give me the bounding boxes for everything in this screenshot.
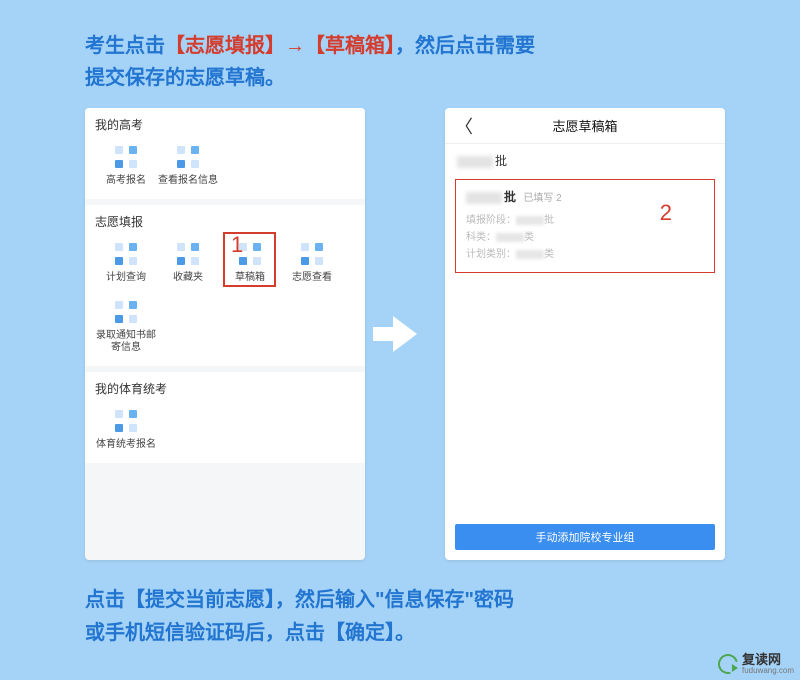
inst-p2: 【志愿填报】→【草稿箱】 <box>165 35 395 57</box>
tab-row: 批 <box>445 144 725 173</box>
watermark-logo-icon <box>714 651 741 678</box>
phone-right: 〈 志愿草稿箱 批 批 已填写 2 填报阶段：批 科类：类 计划类别：类 2 手… <box>445 108 725 560</box>
app-tile-icon <box>301 243 323 265</box>
card-line-subject: 科类：类 <box>466 228 704 243</box>
item-view-baoming-info[interactable]: 查看报名信息 <box>157 137 219 195</box>
marker-1: 1 <box>231 232 243 258</box>
app-tile-icon <box>177 146 199 168</box>
section-zhiyuan: 志愿填报 计划查询 收藏夹 草稿箱 志愿查看 <box>85 205 365 366</box>
icon-label: 草稿箱 <box>219 272 281 284</box>
page-title: 志愿草稿箱 <box>552 116 617 135</box>
app-tile-icon <box>115 410 137 432</box>
redacted-text <box>516 250 544 259</box>
item-zhiyuan-view[interactable]: 志愿查看 <box>281 234 343 292</box>
item-plan-query[interactable]: 计划查询 <box>95 234 157 292</box>
watermark: 复读网 fuduwang.com <box>718 653 794 676</box>
icon-label: 高考报名 <box>95 175 157 187</box>
inst-bottom-p2: 或手机短信验证码后，点击【确定】。 <box>85 622 415 644</box>
icon-label: 志愿查看 <box>281 272 343 284</box>
section-tiyu: 我的体育统考 体育统考报名 <box>85 372 365 463</box>
item-admission-mail[interactable]: 录取通知书邮寄信息 <box>95 292 157 362</box>
redacted-text <box>516 216 544 225</box>
back-icon[interactable]: 〈 <box>455 113 473 139</box>
item-gaokao-baoming[interactable]: 高考报名 <box>95 137 157 195</box>
watermark-main: 复读网 <box>742 653 794 667</box>
highlight-box-2[interactable]: 批 已填写 2 填报阶段：批 科类：类 计划类别：类 2 <box>455 179 715 273</box>
screens-row: 我的高考 高考报名 查看报名信息 志愿填报 计划查询 <box>85 108 725 560</box>
icon-label: 查看报名信息 <box>157 175 219 187</box>
redacted-text <box>466 192 502 204</box>
redacted-text <box>457 156 493 168</box>
card-line-plan: 计划类别：类 <box>466 245 704 260</box>
app-tile-icon <box>115 301 137 323</box>
instruction-top: 考生点击【志愿填报】→【草稿箱】，然后点击需要 提交保存的志愿草稿。 <box>85 30 740 94</box>
redacted-text <box>496 233 524 242</box>
add-school-button[interactable]: 手动添加院校专业组 <box>455 524 715 550</box>
app-tile-icon <box>177 243 199 265</box>
inst-p4: 提交保存的志愿草稿。 <box>85 67 285 89</box>
section-title: 我的体育统考 <box>95 380 355 397</box>
icon-label: 体育统考报名 <box>95 439 157 451</box>
section-title: 志愿填报 <box>95 213 355 230</box>
phone-left: 我的高考 高考报名 查看报名信息 志愿填报 计划查询 <box>85 108 365 560</box>
app-tile-icon <box>115 243 137 265</box>
arrow-right <box>383 316 427 352</box>
inst-bottom-p1: 点击【提交当前志愿】，然后输入"信息保存"密码 <box>85 589 514 611</box>
arrow-right-icon <box>393 316 417 352</box>
item-tiyu-baoming[interactable]: 体育统考报名 <box>95 401 157 459</box>
instruction-bottom: 点击【提交当前志愿】，然后输入"信息保存"密码 或手机短信验证码后，点击【确定】… <box>85 584 690 650</box>
header-bar: 〈 志愿草稿箱 <box>445 108 725 144</box>
icon-label: 录取通知书邮寄信息 <box>95 330 157 354</box>
inst-p1: 考生点击 <box>85 35 165 57</box>
card-filled-count: 已填写 2 <box>523 193 561 204</box>
section-title: 我的高考 <box>95 116 355 133</box>
app-tile-icon <box>115 146 137 168</box>
tab-suffix: 批 <box>495 154 507 168</box>
inst-p3: ，然后点击需要 <box>395 35 535 57</box>
item-favorites[interactable]: 收藏夹 <box>157 234 219 292</box>
icon-label: 收藏夹 <box>157 272 219 284</box>
section-gaokao: 我的高考 高考报名 查看报名信息 <box>85 108 365 199</box>
card-title-suffix: 批 <box>504 190 516 204</box>
watermark-sub: fuduwang.com <box>742 667 794 676</box>
icon-label: 计划查询 <box>95 272 157 284</box>
item-drafts[interactable]: 草稿箱 <box>219 234 281 292</box>
marker-2: 2 <box>660 200 672 226</box>
